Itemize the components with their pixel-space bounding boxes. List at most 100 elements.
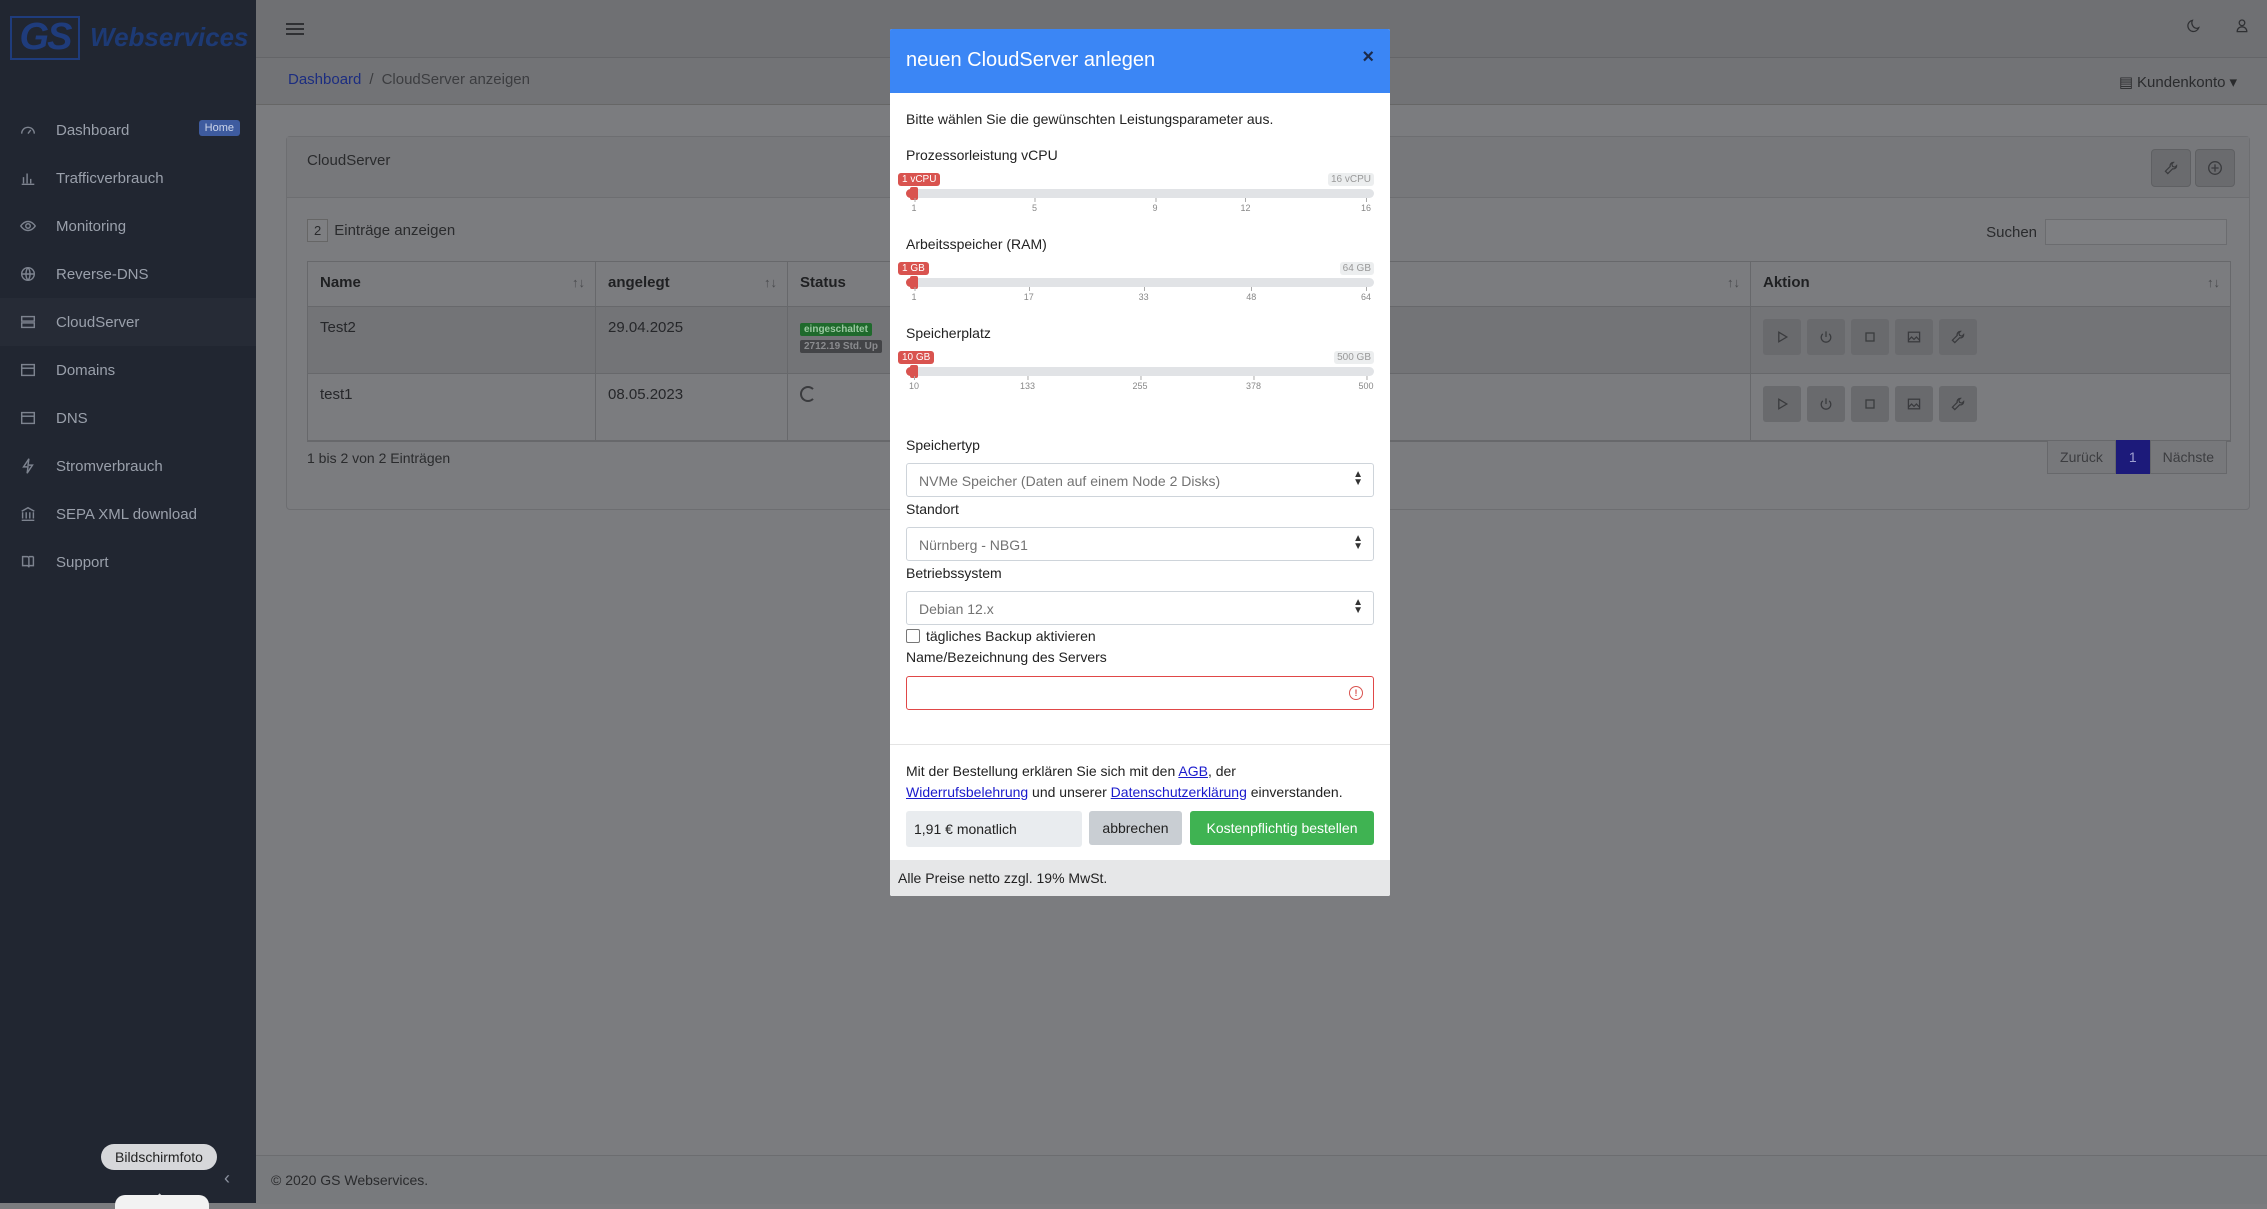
console-button[interactable] bbox=[1895, 319, 1933, 355]
stop-button[interactable] bbox=[1851, 386, 1889, 422]
account-card-icon: ▤ bbox=[2118, 74, 2134, 91]
slider-tick: 1 bbox=[911, 287, 917, 302]
slider-tick: 12 bbox=[1240, 198, 1251, 213]
agb-link[interactable]: AGB bbox=[1178, 763, 1208, 779]
shutdown-button[interactable] bbox=[1807, 386, 1845, 422]
sidebar-collapse-icon[interactable]: ‹ bbox=[224, 1168, 230, 1189]
sort-icon: ↑↓ bbox=[1727, 275, 1740, 290]
pagination-next[interactable]: Nächste bbox=[2149, 440, 2227, 474]
sidebar-item-dns[interactable]: DNS bbox=[0, 394, 256, 442]
close-icon[interactable]: × bbox=[1362, 46, 1374, 69]
logo[interactable]: GS Webservices bbox=[10, 10, 250, 62]
slider-tick: 255 bbox=[1132, 376, 1148, 391]
backup-checkbox[interactable] bbox=[906, 629, 920, 643]
user-icon[interactable] bbox=[2234, 18, 2250, 38]
terms-text: Mit der Bestellung erklären Sie sich mit… bbox=[906, 761, 1376, 803]
window-icon bbox=[18, 360, 38, 380]
uptime-badge: 2712.19 Std. Up bbox=[800, 340, 882, 353]
logo-text: Webservices bbox=[90, 22, 249, 52]
pagination-page[interactable]: 1 bbox=[2115, 440, 2150, 474]
ram-slider[interactable]: Arbeitsspeicher (RAM) 1 GB 64 GB 1 17 33… bbox=[898, 236, 1374, 302]
sidebar-item-sepa-xml-download[interactable]: SEPA XML download bbox=[0, 490, 256, 538]
add-server-button[interactable] bbox=[2195, 149, 2235, 187]
slider-ticks: 1 5 9 12 16 bbox=[906, 198, 1374, 217]
storage-slider[interactable]: Speicherplatz 10 GB 500 GB 10 133 255 37… bbox=[898, 325, 1374, 391]
slider-label: Speicherplatz bbox=[906, 325, 991, 341]
bank-icon bbox=[18, 504, 38, 524]
speedometer-icon bbox=[18, 120, 38, 140]
sidebar-item-trafficverbrauch[interactable]: Trafficverbrauch bbox=[0, 154, 256, 202]
sidebar-item-label: Monitoring bbox=[56, 217, 127, 235]
menu-toggle-icon[interactable] bbox=[286, 20, 304, 38]
sidebar-nav: Dashboard Home Trafficverbrauch Monitori… bbox=[0, 106, 256, 586]
shutdown-button[interactable] bbox=[1807, 319, 1845, 355]
page-footer: © 2020 GS Webservices. bbox=[256, 1155, 2267, 1204]
privacy-link[interactable]: Datenschutzerklärung bbox=[1111, 784, 1247, 800]
sort-icon: ↑↓ bbox=[572, 275, 585, 290]
console-button[interactable] bbox=[1895, 386, 1933, 422]
entries-length: 2 Einträge anzeigen bbox=[307, 219, 455, 242]
bar-chart-icon bbox=[18, 168, 38, 188]
account-menu[interactable]: ▤ Kundenkonto ▾ bbox=[2118, 73, 2237, 92]
settings-button[interactable] bbox=[1939, 386, 1977, 422]
search-input[interactable] bbox=[2045, 219, 2227, 245]
logo-initials: GS bbox=[10, 16, 80, 60]
dark-mode-icon[interactable] bbox=[2186, 18, 2202, 38]
stop-button[interactable] bbox=[1851, 319, 1889, 355]
backup-checkbox-row[interactable]: tägliches Backup aktivieren bbox=[906, 628, 1096, 644]
vcpu-slider[interactable]: Prozessorleistung vCPU 1 vCPU 16 vCPU 1 … bbox=[898, 147, 1374, 213]
sidebar-item-monitoring[interactable]: Monitoring bbox=[0, 202, 256, 250]
breadcrumb-separator: / bbox=[369, 71, 374, 88]
slider-track[interactable] bbox=[906, 187, 1374, 200]
book-icon bbox=[18, 552, 38, 572]
sidebar-item-dashboard[interactable]: Dashboard Home bbox=[0, 106, 256, 154]
slider-track[interactable] bbox=[906, 365, 1374, 378]
os-select[interactable]: Debian 12.x ▲ ▼ bbox=[906, 591, 1374, 625]
slider-track[interactable] bbox=[906, 276, 1374, 289]
start-button[interactable] bbox=[1763, 319, 1801, 355]
sidebar-item-support[interactable]: Support bbox=[0, 538, 256, 586]
sidebar-item-label: Stromverbrauch bbox=[56, 457, 163, 475]
price-display: 1,91 € monatlich bbox=[906, 811, 1082, 847]
action-cell bbox=[1751, 374, 2230, 440]
sidebar-item-label: Domains bbox=[56, 361, 116, 379]
column-action[interactable]: Aktion ↑↓ bbox=[1751, 262, 2230, 306]
table-info: 1 bis 2 von 2 Einträgen bbox=[307, 450, 451, 466]
wrench-icon bbox=[1951, 330, 1965, 344]
select-value: Nürnberg - NBG1 bbox=[919, 537, 1028, 553]
terms-mid: und unserer bbox=[1028, 784, 1111, 800]
location-select[interactable]: Nürnberg - NBG1 ▲ ▼ bbox=[906, 527, 1374, 561]
created-date: 29.04.2025 bbox=[596, 307, 788, 373]
sidebar-item-stromverbrauch[interactable]: Stromverbrauch bbox=[0, 442, 256, 490]
screenshot-button[interactable] bbox=[115, 1195, 209, 1209]
slider-label: Prozessorleistung vCPU bbox=[906, 147, 1058, 163]
withdrawal-link[interactable]: Widerrufsbelehrung bbox=[906, 784, 1028, 800]
order-button[interactable]: Kostenpflichtig bestellen bbox=[1190, 811, 1374, 845]
breadcrumb-current: CloudServer anzeigen bbox=[381, 71, 530, 88]
column-created[interactable]: angelegt ↑↓ bbox=[596, 262, 788, 306]
price-value: 1,91 € monatlich bbox=[914, 821, 1017, 837]
slider-tick: 16 bbox=[1360, 198, 1372, 213]
power-icon bbox=[1820, 331, 1832, 343]
settings-button[interactable] bbox=[1939, 319, 1977, 355]
storage-type-select[interactable]: NVMe Speicher (Daten auf einem Node 2 Di… bbox=[906, 463, 1374, 497]
terms-mid: , der bbox=[1207, 763, 1236, 779]
slider-tick: 500 bbox=[1358, 376, 1374, 391]
sidebar-item-label: DNS bbox=[56, 409, 88, 427]
sidebar-item-label: SEPA XML download bbox=[56, 505, 197, 523]
cancel-button[interactable]: abbrechen bbox=[1089, 811, 1182, 845]
breadcrumb-dashboard-link[interactable]: Dashboard bbox=[288, 71, 361, 88]
settings-button[interactable] bbox=[2151, 149, 2191, 187]
sidebar-item-reverse-dns[interactable]: Reverse-DNS bbox=[0, 250, 256, 298]
sidebar-item-domains[interactable]: Domains bbox=[0, 346, 256, 394]
screenshot-tooltip: Bildschirmfoto bbox=[101, 1144, 217, 1170]
start-button[interactable] bbox=[1763, 386, 1801, 422]
server-name-input[interactable]: ! bbox=[906, 676, 1374, 710]
select-arrows-icon: ▲ ▼ bbox=[1353, 533, 1363, 552]
pagination-prev[interactable]: Zurück bbox=[2047, 440, 2116, 474]
column-name[interactable]: Name ↑↓ bbox=[308, 262, 596, 306]
slider-tick: 133 bbox=[1019, 376, 1035, 391]
sidebar-item-cloudserver[interactable]: CloudServer bbox=[0, 298, 256, 346]
globe-icon bbox=[18, 264, 38, 284]
entries-select[interactable]: 2 bbox=[307, 219, 329, 242]
